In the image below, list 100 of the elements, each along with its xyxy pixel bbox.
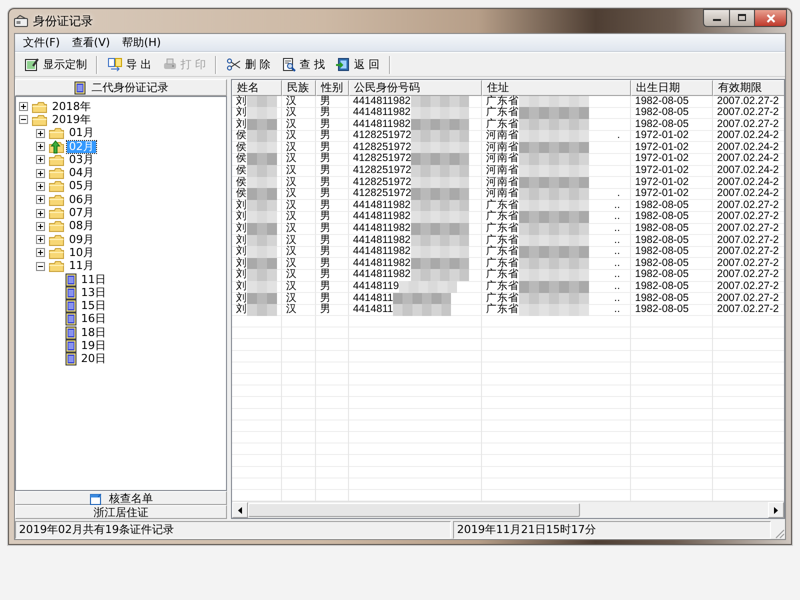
tree-item[interactable]: 16日 xyxy=(79,313,108,326)
table-cell: 男 xyxy=(320,304,331,316)
table-cell-text: 汉 xyxy=(286,211,297,222)
column-header[interactable]: 性别 xyxy=(316,80,349,96)
column-header[interactable]: 公民身份号码 xyxy=(349,80,482,96)
tree-item[interactable]: 10月 xyxy=(67,246,96,259)
tree-item[interactable]: 09月 xyxy=(67,234,96,246)
table-cell-text: 侯 xyxy=(236,153,247,164)
table-cell: 汉 xyxy=(286,304,297,316)
table-cell-text: 刘 xyxy=(236,269,247,280)
toolbar-button[interactable]: 导 出 xyxy=(102,54,156,74)
expand-icon[interactable] xyxy=(36,248,45,258)
menu-item[interactable]: 文件(F) xyxy=(17,35,66,50)
toolbar-button[interactable]: 显示定制 xyxy=(19,54,92,74)
minimize-button[interactable] xyxy=(703,9,729,27)
tree-item[interactable]: 20日 xyxy=(79,353,108,366)
table-cell-text: 广东省 xyxy=(486,258,519,269)
expand-icon[interactable] xyxy=(36,208,45,218)
tree-item[interactable]: 04月 xyxy=(67,167,96,180)
table-cell-text: 侯 xyxy=(236,165,247,176)
folder-icon xyxy=(48,206,65,220)
expand-icon[interactable] xyxy=(36,195,45,204)
column-header[interactable]: 民族 xyxy=(282,80,316,96)
pixelated-blur xyxy=(519,165,589,177)
table-cell-text: 汉 xyxy=(286,234,297,246)
column-header[interactable]: 出生日期 xyxy=(631,80,713,96)
expand-icon[interactable] xyxy=(36,128,45,138)
column-header[interactable]: 有效期限 xyxy=(713,80,784,96)
tree-item[interactable]: 13日 xyxy=(79,286,108,299)
expand-icon[interactable] xyxy=(36,155,45,164)
tree-item[interactable]: 08月 xyxy=(67,220,96,232)
menu-item[interactable]: 查看(V) xyxy=(66,35,116,50)
tree-item[interactable]: 19日 xyxy=(79,340,108,352)
expand-icon[interactable] xyxy=(36,235,45,244)
ellipsis-text: . xyxy=(617,188,621,200)
toolbar-button[interactable]: 返 回 xyxy=(330,54,384,74)
tree-item[interactable]: 03月 xyxy=(67,154,96,166)
table-cell-text: 刘 xyxy=(236,223,247,234)
pixelated-blur xyxy=(247,246,277,258)
tree-item[interactable]: 11月 xyxy=(67,260,96,272)
collapse-icon[interactable] xyxy=(36,262,45,271)
panel-button[interactable]: 浙江居住证 xyxy=(15,505,227,519)
pixelated-blur xyxy=(247,153,277,166)
expand-icon[interactable] xyxy=(36,142,45,152)
scroll-right-button[interactable] xyxy=(768,502,784,518)
table-cell-text: 广东省 xyxy=(486,234,519,246)
toolbar-button[interactable]: 删 除 xyxy=(221,54,276,74)
pixelated-blur xyxy=(410,246,469,258)
column-header[interactable]: 姓名 xyxy=(232,80,282,96)
tree-item[interactable]: 15日 xyxy=(79,300,108,312)
folder-icon xyxy=(31,100,48,114)
table-cell-text: 河南省 xyxy=(486,165,519,176)
close-button[interactable] xyxy=(754,9,787,27)
tree-item[interactable]: 11日 xyxy=(79,274,108,286)
panel-button[interactable]: 核查名单 xyxy=(15,491,227,505)
table-cell: 4128251972 xyxy=(353,165,412,177)
expand-icon[interactable] xyxy=(36,222,45,231)
table-cell-text: 男 xyxy=(320,188,331,200)
pixelated-blur xyxy=(393,304,452,316)
table-cell: 1972-01-02 xyxy=(635,130,689,142)
ellipsis-text: . xyxy=(617,130,621,142)
tree-item[interactable]: 06月 xyxy=(67,194,96,206)
expand-icon[interactable] xyxy=(19,102,28,112)
ellipsis-text: .. xyxy=(614,269,621,281)
expand-icon[interactable] xyxy=(36,182,45,191)
table-cell: 4414811982 xyxy=(353,211,411,224)
pixelated-blur xyxy=(519,269,589,281)
table-cell: 1982-08-05 xyxy=(635,223,689,235)
table-cell-text: 汉 xyxy=(286,223,297,234)
tree-item[interactable]: 18日 xyxy=(79,326,108,339)
pixelated-blur xyxy=(247,176,277,188)
pixelated-blur xyxy=(247,142,277,154)
status-text: 2019年11月21日15时17分 xyxy=(453,521,771,539)
table-cell: 1982-08-05 xyxy=(635,281,689,293)
toolbar-button[interactable]: 查 找 xyxy=(276,54,330,74)
table-cell: 2007.02.27-2 xyxy=(717,234,779,246)
expand-icon[interactable] xyxy=(36,168,45,178)
pixelated-blur xyxy=(247,234,277,246)
table-cell: 2007.02.27-2 xyxy=(717,304,779,316)
table-cell-text: 广东省 xyxy=(486,281,519,292)
tree-item[interactable]: 2019年 xyxy=(50,114,93,126)
maximize-button[interactable] xyxy=(729,9,754,27)
pixelated-blur xyxy=(393,292,452,304)
pixelated-blur xyxy=(411,142,470,154)
pixelated-blur xyxy=(247,107,277,119)
tree-item[interactable]: 07月 xyxy=(67,207,96,220)
scroll-left-button[interactable] xyxy=(232,502,248,518)
tree-item[interactable]: 05月 xyxy=(67,180,96,192)
tree-item[interactable]: 01月 xyxy=(67,127,96,140)
folder-icon xyxy=(48,192,65,207)
table-cell-text: 刘 xyxy=(236,281,247,292)
table-cell-text: 刘 xyxy=(236,292,247,304)
pixelated-blur xyxy=(410,258,469,270)
tree-item[interactable]: 2018年 xyxy=(50,100,93,113)
table-cell: 1982-08-05 xyxy=(635,269,689,281)
horizontal-scrollbar[interactable] xyxy=(232,501,784,518)
scrollbar-thumb[interactable] xyxy=(248,503,580,517)
column-header[interactable]: 住址 xyxy=(482,80,631,96)
collapse-icon[interactable] xyxy=(19,115,28,124)
menu-item[interactable]: 帮助(H) xyxy=(116,35,167,50)
